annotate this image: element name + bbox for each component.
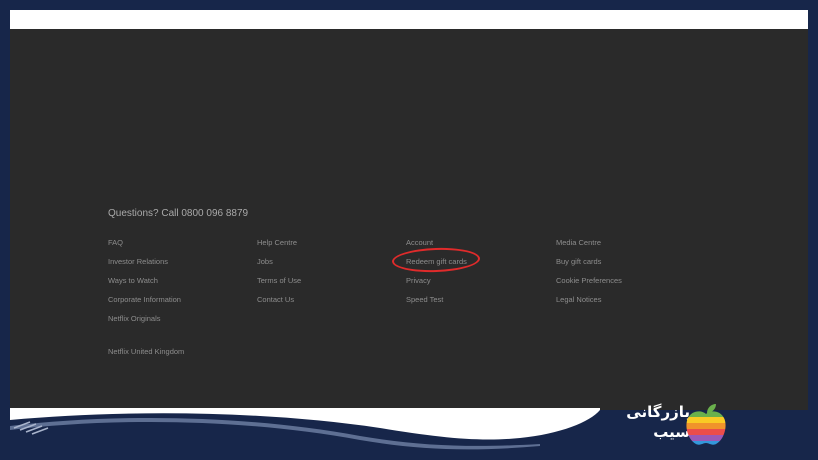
footer-link-investor-relations[interactable]: Investor Relations: [108, 257, 168, 266]
footer-link-help-centre[interactable]: Help Centre: [257, 238, 297, 247]
footer-link-terms-of-use[interactable]: Terms of Use: [257, 276, 301, 285]
footer-link-corporate-information[interactable]: Corporate Information: [108, 295, 181, 304]
footer-link-buy-gift-cards[interactable]: Buy gift cards: [556, 257, 601, 266]
netflix-footer-screen: Questions? Call 0800 096 8879 FAQ Invest…: [10, 29, 808, 410]
redeem-gift-cards-highlight-ring: [391, 246, 481, 274]
footer-link-media-centre[interactable]: Media Centre: [556, 238, 601, 247]
brand-logo-line1: بازرگانی: [626, 403, 690, 421]
questions-phone-text: Questions? Call 0800 096 8879: [108, 208, 249, 219]
browser-top-strip: [10, 10, 808, 29]
footer-link-legal-notices[interactable]: Legal Notices: [556, 295, 601, 304]
brand-logo-line2: سیب: [653, 423, 690, 441]
footer-link-contact-us[interactable]: Contact Us: [257, 295, 294, 304]
footer-link-faq[interactable]: FAQ: [108, 238, 123, 247]
footer-link-jobs[interactable]: Jobs: [257, 257, 273, 266]
footer-link-speed-test[interactable]: Speed Test: [406, 295, 443, 304]
apple-logo-icon: [686, 404, 726, 445]
brand-logo-text: بازرگانی سیب: [620, 402, 690, 442]
footer-link-ways-to-watch[interactable]: Ways to Watch: [108, 276, 158, 285]
footer-link-account[interactable]: Account: [406, 238, 433, 247]
footer-link-cookie-preferences[interactable]: Cookie Preferences: [556, 276, 622, 285]
footer-link-netflix-originals[interactable]: Netflix Originals: [108, 314, 161, 323]
footer-link-privacy[interactable]: Privacy: [406, 276, 431, 285]
country-selector-text[interactable]: Netflix United Kingdom: [108, 347, 184, 356]
